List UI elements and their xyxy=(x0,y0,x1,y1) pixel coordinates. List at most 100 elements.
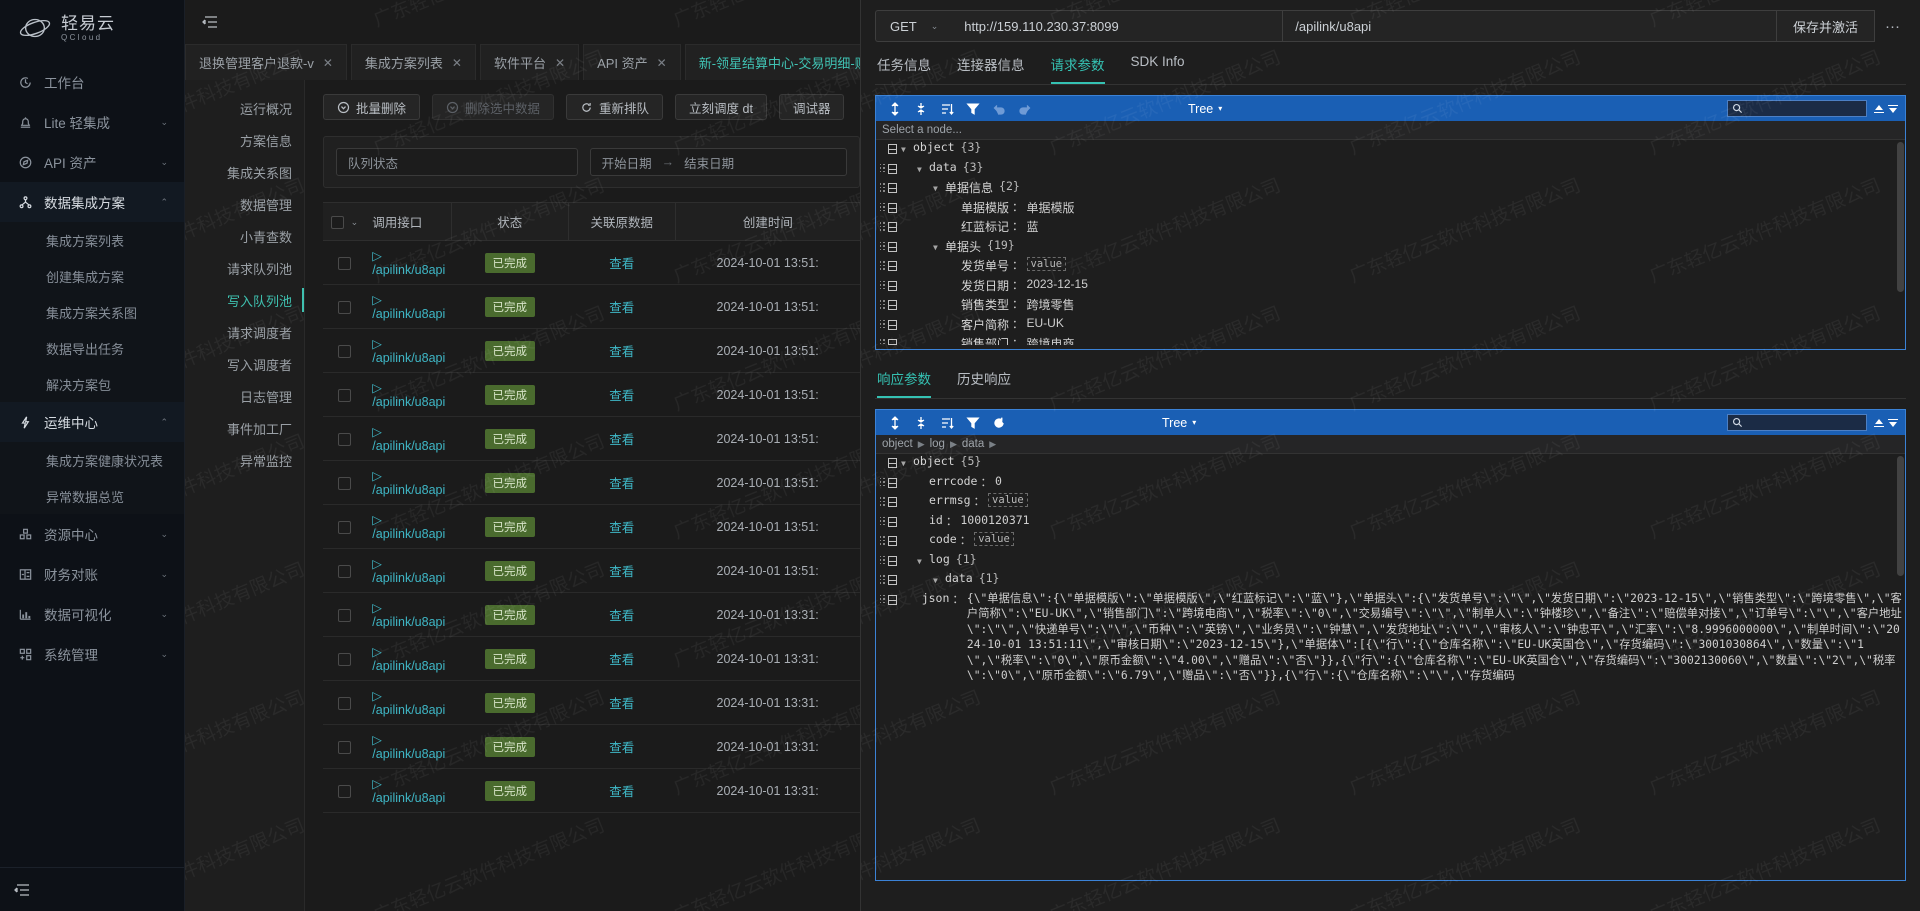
row-checkbox[interactable] xyxy=(338,388,352,402)
row-related-cell[interactable]: 查看 xyxy=(568,680,676,725)
json-tree-row[interactable]: ▼ object {5} xyxy=(876,454,1905,474)
row-related-cell[interactable]: 查看 xyxy=(568,372,676,417)
json-tree-row-long[interactable]: json： {\"单据信息\":{\"单据模版\":\"单据模版\",\"红蓝标记… xyxy=(876,591,1905,684)
inner-menu-item-write-queue[interactable]: 写入队列池 xyxy=(185,284,304,316)
node-action-icon[interactable] xyxy=(888,536,897,546)
row-checkbox[interactable] xyxy=(338,652,352,666)
sidebar-item-health-table[interactable]: 集成方案健康状况表 xyxy=(0,442,184,478)
row-related-cell[interactable]: 查看 xyxy=(568,636,676,681)
tab-return-refund[interactable]: 退换管理客户退款-v ✕ xyxy=(185,44,347,80)
row-api-cell[interactable]: ▷/apilink/u8api xyxy=(366,504,452,549)
drag-handle-icon[interactable] xyxy=(879,555,886,565)
inner-menu-item-request-queue[interactable]: 请求队列池 xyxy=(185,252,304,284)
row-select-cell[interactable] xyxy=(323,504,367,549)
node-action-icon[interactable] xyxy=(888,300,897,310)
queue-state-select[interactable]: 队列状态 xyxy=(336,148,578,176)
row-select-cell[interactable] xyxy=(323,636,367,681)
row-checkbox[interactable] xyxy=(338,476,352,490)
row-select-cell[interactable] xyxy=(323,372,367,417)
row-select-cell[interactable] xyxy=(323,592,367,637)
drag-handle-icon[interactable] xyxy=(879,202,886,212)
response-editor-search-input[interactable] xyxy=(1727,414,1867,431)
drag-handle-icon[interactable] xyxy=(879,299,886,309)
close-icon[interactable]: ✕ xyxy=(323,56,333,70)
node-action-icon[interactable] xyxy=(888,202,897,213)
json-value-placeholder[interactable]: value xyxy=(1026,257,1067,271)
row-checkbox[interactable] xyxy=(338,256,352,270)
close-icon[interactable]: ✕ xyxy=(452,56,462,70)
drag-handle-icon[interactable] xyxy=(879,221,886,231)
json-value[interactable]: 单据模版 xyxy=(1027,199,1075,216)
sidebar-item-lite[interactable]: Lite 轻集成 ⌄ xyxy=(0,102,184,142)
inner-menu-item-request-scheduler[interactable]: 请求调度者 xyxy=(185,316,304,348)
sidebar-item-export-task[interactable]: 数据导出任务 xyxy=(0,330,184,366)
row-checkbox[interactable] xyxy=(338,740,352,754)
close-icon[interactable]: ✕ xyxy=(555,56,565,70)
row-related-cell[interactable]: 查看 xyxy=(568,768,676,813)
sidebar-item-finance[interactable]: 财务对账 ⌄ xyxy=(0,554,184,594)
sidebar-item-system[interactable]: 系统管理 ⌄ xyxy=(0,634,184,674)
json-tree-row[interactable]: id： 1000120371 xyxy=(876,513,1905,533)
sort-icon[interactable] xyxy=(934,410,960,435)
json-tree-row[interactable]: code： value xyxy=(876,532,1905,552)
inner-menu-item-write-scheduler[interactable]: 写入调度者 xyxy=(185,348,304,380)
drag-handle-icon[interactable] xyxy=(879,338,886,345)
breadcrumb-item[interactable]: log xyxy=(930,438,945,450)
json-tree-row[interactable]: ▼ data {3} xyxy=(876,160,1905,180)
date-range-picker[interactable]: 开始日期 → 结束日期 xyxy=(589,148,847,176)
node-action-icon[interactable] xyxy=(888,555,897,566)
chevron-down-icon[interactable]: ⌄ xyxy=(351,217,359,227)
collapse-sidebar-icon[interactable] xyxy=(12,879,34,901)
schedule-now-button[interactable]: 立刻调度 dt xyxy=(675,94,767,120)
tab-response-history[interactable]: 历史响应 xyxy=(957,368,1011,398)
search-nav-icons[interactable] xyxy=(1873,417,1899,429)
collapse-all-icon[interactable] xyxy=(908,96,934,121)
row-select-cell[interactable] xyxy=(323,460,367,505)
request-scrollbar[interactable] xyxy=(1897,142,1904,292)
drag-handle-icon[interactable] xyxy=(879,477,886,487)
select-all-checkbox[interactable] xyxy=(331,215,345,229)
caret-down-icon[interactable]: ▼ xyxy=(901,145,913,154)
batch-delete-button[interactable]: 批量删除 xyxy=(323,94,421,120)
response-editor-mode-select[interactable]: Tree ▾ xyxy=(1162,416,1196,430)
row-checkbox[interactable] xyxy=(338,300,352,314)
sidebar-collapse-bar[interactable] xyxy=(0,867,184,911)
json-value[interactable]: 0 xyxy=(995,474,1002,488)
drag-handle-icon[interactable] xyxy=(879,182,886,192)
node-action-icon[interactable] xyxy=(888,516,897,527)
row-select-cell[interactable] xyxy=(323,548,367,593)
row-api-cell[interactable]: ▷/apilink/u8api xyxy=(366,372,452,417)
row-api-cell[interactable]: ▷/apilink/u8api xyxy=(366,724,452,769)
breadcrumb-item[interactable]: object xyxy=(882,438,913,450)
http-method-select[interactable]: GET ⌄ xyxy=(875,10,953,42)
row-api-cell[interactable]: ▷/apilink/u8api xyxy=(366,460,452,505)
row-select-cell[interactable] xyxy=(323,724,367,769)
close-icon[interactable]: ✕ xyxy=(657,56,667,70)
select-all-header[interactable]: ⌄ xyxy=(323,202,367,241)
node-action-icon[interactable] xyxy=(888,183,897,193)
row-select-cell[interactable] xyxy=(323,768,367,813)
row-api-cell[interactable]: ▷/apilink/u8api xyxy=(366,416,452,461)
caret-down-icon[interactable]: ▼ xyxy=(901,459,913,468)
json-tree-row[interactable]: ▼ 单据信息 {2} xyxy=(876,179,1905,199)
inner-menu-item-relation-graph[interactable]: 集成关系图 xyxy=(185,156,304,188)
node-action-icon[interactable] xyxy=(888,261,897,271)
sidebar-item-abnormal-overview[interactable]: 异常数据总览 xyxy=(0,478,184,514)
row-related-cell[interactable]: 查看 xyxy=(568,328,676,373)
row-api-cell[interactable]: ▷/apilink/u8api xyxy=(366,768,452,813)
json-value[interactable]: 跨境电商 xyxy=(1027,335,1075,345)
sidebar-item-solution-package[interactable]: 解决方案包 xyxy=(0,366,184,402)
request-host-input[interactable]: http://159.110.230.37:8099 xyxy=(952,10,1283,42)
requeue-button[interactable]: 重新排队 xyxy=(566,94,664,120)
json-long-value[interactable]: {\"单据信息\":{\"单据模版\":\"单据模版\",\"红蓝标记\":\"… xyxy=(967,591,1905,684)
refresh-icon[interactable] xyxy=(986,410,1012,435)
collapse-all-icon[interactable] xyxy=(908,410,934,435)
tab-connector-info[interactable]: 连接器信息 xyxy=(957,54,1025,84)
drag-handle-icon[interactable] xyxy=(879,319,886,329)
filter-icon[interactable] xyxy=(960,96,986,121)
node-action-icon[interactable] xyxy=(888,458,897,468)
row-related-cell[interactable]: 查看 xyxy=(568,460,676,505)
row-checkbox[interactable] xyxy=(338,520,352,534)
node-action-icon[interactable] xyxy=(888,497,897,507)
node-action-icon[interactable] xyxy=(888,594,897,605)
